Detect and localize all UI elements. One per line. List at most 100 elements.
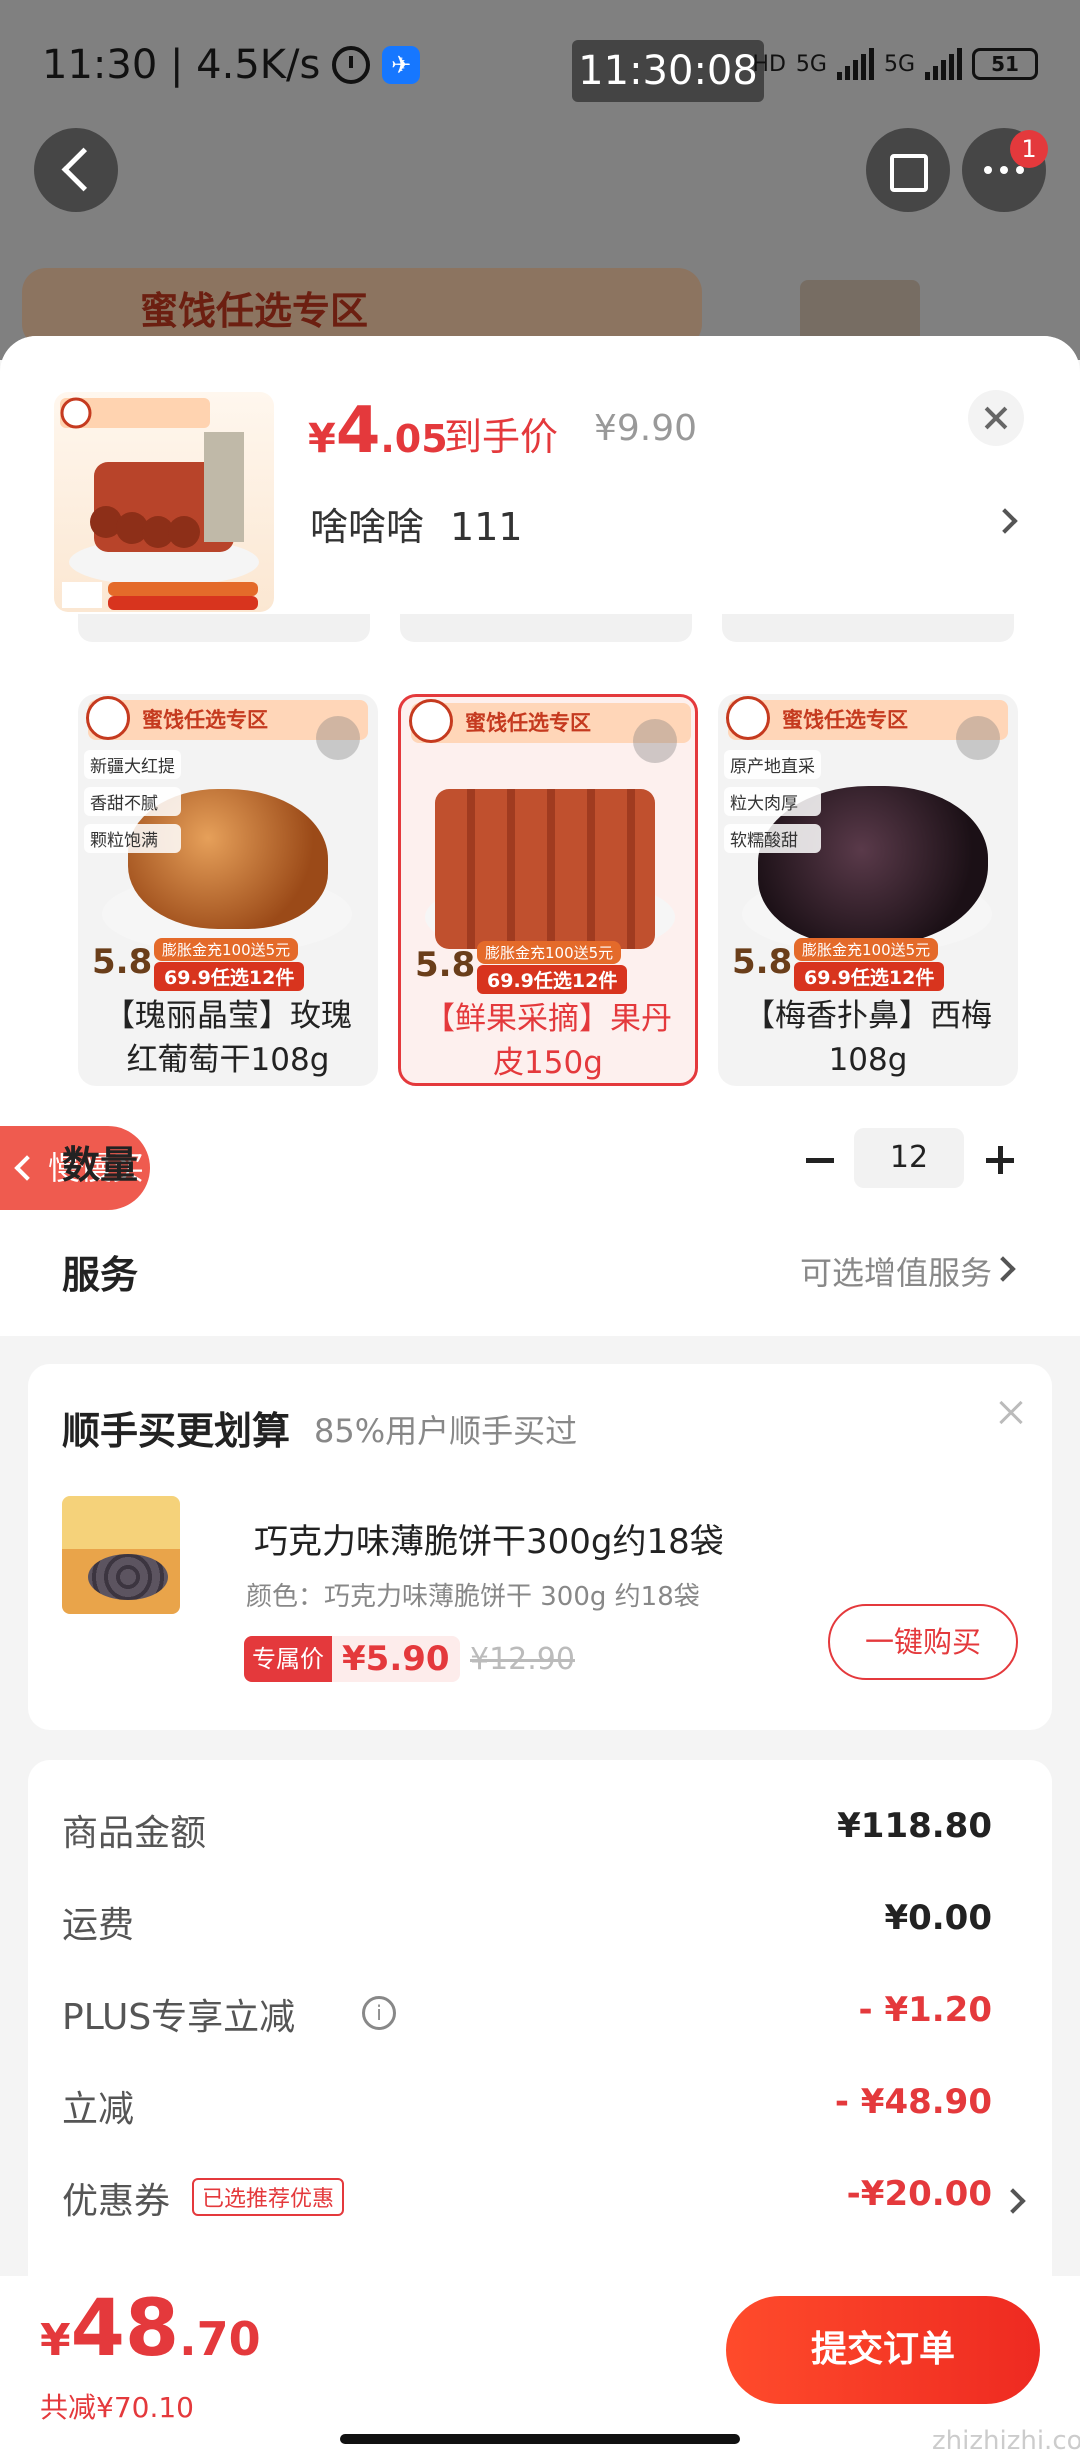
sku-tag: 软糯酸甜 bbox=[724, 824, 821, 853]
total-saved[interactable]: 共减¥70.10 bbox=[40, 2386, 194, 2426]
status-right: HD 5G 5G 51 bbox=[752, 48, 1038, 80]
addon-title: 顺手买更划算 bbox=[62, 1409, 291, 1453]
price-decimal: .05 bbox=[380, 417, 448, 461]
instant-discount-label: 立减 bbox=[62, 2089, 135, 2130]
sku-tag: 原产地直采 bbox=[724, 750, 821, 779]
promo-text: 膨胀金充100送5元 bbox=[477, 941, 622, 964]
spec-value-1: 啥啥啥 bbox=[310, 505, 425, 549]
summary-row-plus: PLUS专享立减 i - ¥1.20 bbox=[62, 1988, 1022, 2048]
brand-logo-icon bbox=[86, 696, 130, 740]
zoom-icon[interactable] bbox=[956, 716, 1000, 760]
submit-order-button[interactable]: 提交订单 bbox=[726, 2296, 1040, 2404]
back-button[interactable] bbox=[34, 128, 118, 212]
total-decimal: .70 bbox=[179, 2312, 261, 2366]
addon-card: 顺手买更划算 85%用户顺手买过 巧克力味薄脆饼干300g约18袋 颜色：巧克力… bbox=[28, 1364, 1052, 1730]
app-notification-icon: ✈ bbox=[382, 46, 421, 84]
sku-name: 【鲜果采摘】果丹皮150g bbox=[424, 1001, 672, 1081]
price-mark: 5.8 bbox=[92, 942, 153, 982]
plus-discount-label: PLUS专享立减 bbox=[62, 1997, 296, 2038]
sku-choice-haw-roll[interactable]: 蜜饯任选专区 5.8 膨胀金充100送5元 69.9任选12件 【鲜果采摘】果丹… bbox=[398, 694, 698, 1086]
addon-product-image[interactable] bbox=[62, 1496, 180, 1614]
quantity-decrease-button[interactable] bbox=[800, 1140, 840, 1180]
previous-row-remnant bbox=[78, 614, 1014, 642]
checkout-bar: ¥ 48 .70 共减¥70.10 提交订单 zhizhizhi.com bbox=[0, 2276, 1080, 2460]
sku-header: 蜜饯任选专区 bbox=[142, 708, 268, 732]
shipping-label: 运费 bbox=[62, 1905, 135, 1946]
battery-icon: 51 bbox=[972, 48, 1038, 80]
sku-image: 蜜饯任选专区 原产地直采 粒大肉厚 软糯酸甜 5.8 膨胀金充100送5元 69… bbox=[718, 694, 1018, 992]
addon-product-name[interactable]: 巧克力味薄脆饼干300g约18袋 bbox=[254, 1514, 724, 1563]
total-symbol: ¥ bbox=[40, 2315, 71, 2366]
network-label-1: 5G bbox=[795, 51, 827, 77]
sku-tag: 颗粒饱满 bbox=[84, 824, 181, 853]
quantity-input[interactable]: 12 bbox=[854, 1128, 964, 1188]
status-time-speed: 11:30 | 4.5K/s bbox=[42, 42, 321, 88]
haw-roll-photo bbox=[435, 789, 655, 949]
signal-icon-2 bbox=[925, 48, 962, 80]
close-sheet-button[interactable] bbox=[968, 390, 1024, 446]
addon-subtitle: 85%用户顺手买过 bbox=[314, 1412, 578, 1450]
price-integer: 4 bbox=[335, 394, 381, 468]
sku-name: 【瑰丽晶莹】玫瑰红葡萄干108g bbox=[104, 998, 352, 1078]
summary-row-discount: 立减 - ¥48.90 bbox=[62, 2080, 1022, 2140]
promo-text: 膨胀金充100送5元 bbox=[154, 938, 299, 961]
status-bar: 11:30 | 4.5K/s ✈ 11:30:08 HD 5G 5G 51 bbox=[0, 0, 1080, 130]
alarm-icon bbox=[332, 46, 371, 84]
message-badge: 1 bbox=[1010, 130, 1048, 168]
original-price: ¥9.90 bbox=[594, 408, 698, 449]
summary-row-shipping: 运费 ¥0.00 bbox=[62, 1896, 1022, 1956]
brand-logo-icon bbox=[726, 696, 770, 740]
coupon-badge: 已选推荐优惠 bbox=[192, 2178, 345, 2216]
product-image[interactable] bbox=[54, 392, 274, 612]
price-tag-label: 到手价 bbox=[444, 415, 559, 459]
sku-choices: 蜜饯任选专区 新疆大红提 香甜不腻 颗粒饱满 5.8 膨胀金充100送5元 69… bbox=[78, 694, 1018, 1086]
addon-price: ¥5.90 bbox=[342, 1639, 450, 1679]
sku-header: 蜜饯任选专区 bbox=[465, 711, 591, 735]
spec-value-2: 111 bbox=[450, 505, 523, 549]
addon-old-price: ¥12.90 bbox=[470, 1642, 575, 1677]
summary-row-coupon[interactable]: 优惠券 已选推荐优惠 -¥20.00 bbox=[62, 2172, 1026, 2232]
one-click-buy-button[interactable]: 一键购买 bbox=[828, 1604, 1018, 1680]
quantity-label: 数量 bbox=[62, 1143, 139, 1187]
sku-header: 蜜饯任选专区 bbox=[782, 708, 908, 732]
home-indicator[interactable] bbox=[340, 2434, 740, 2444]
share-button[interactable] bbox=[866, 128, 950, 212]
price-symbol: ¥ bbox=[308, 416, 336, 462]
coupon-chevron-icon bbox=[1000, 2188, 1026, 2214]
brand-logo-icon bbox=[409, 699, 453, 743]
info-icon[interactable]: i bbox=[362, 1996, 396, 2030]
price-mark: 5.8 bbox=[732, 942, 793, 982]
addon-price-box: 专属价 ¥5.90 bbox=[244, 1636, 460, 1682]
quantity-increase-button[interactable] bbox=[980, 1140, 1020, 1180]
instant-discount-value: - ¥48.90 bbox=[834, 2082, 992, 2122]
selected-spec[interactable]: 啥啥啥 111 bbox=[310, 496, 523, 551]
sku-choice-raisin[interactable]: 蜜饯任选专区 新疆大红提 香甜不腻 颗粒饱满 5.8 膨胀金充100送5元 69… bbox=[78, 694, 378, 1086]
hd-icon: HD bbox=[752, 51, 786, 77]
sku-choice-prune[interactable]: 蜜饯任选专区 原产地直采 粒大肉厚 软糯酸甜 5.8 膨胀金充100送5元 69… bbox=[718, 694, 1018, 1086]
sku-tag: 粒大肉厚 bbox=[724, 787, 821, 816]
total-integer: 48 bbox=[70, 2284, 180, 2374]
service-value[interactable]: 可选增值服务 bbox=[800, 1248, 992, 1294]
plus-discount-value: - ¥1.20 bbox=[858, 1990, 993, 2030]
goods-amount-label: 商品金额 bbox=[62, 1813, 207, 1854]
goods-amount-value: ¥118.80 bbox=[837, 1806, 992, 1846]
service-label: 服务 bbox=[62, 1253, 139, 1297]
network-label-2: 5G bbox=[883, 51, 915, 77]
sku-name: 【梅香扑鼻】西梅108g bbox=[744, 998, 992, 1078]
deal-text: 69.9任选12件 bbox=[477, 965, 628, 994]
status-left: 11:30 | 4.5K/s ✈ bbox=[42, 42, 421, 88]
zoom-icon[interactable] bbox=[633, 719, 677, 763]
addon-close-icon[interactable] bbox=[996, 1398, 1026, 1428]
deal-text: 69.9任选12件 bbox=[794, 962, 945, 991]
promo-text: 膨胀金充100送5元 bbox=[794, 938, 939, 961]
order-sheet: ¥ 4 .05 到手价 ¥9.90 啥啥啥 111 蜜饯任选专区 新疆大红提 香甜… bbox=[0, 336, 1080, 2460]
addon-price-label: 专属价 bbox=[244, 1636, 332, 1682]
watermark: zhizhizhi.com bbox=[932, 2426, 1080, 2456]
zoom-icon[interactable] bbox=[316, 716, 360, 760]
addon-product-spec: 颜色：巧克力味薄脆饼干 300g 约18袋 bbox=[246, 1582, 700, 1612]
final-price: ¥ 4 .05 bbox=[308, 394, 448, 468]
deal-text: 69.9任选12件 bbox=[154, 962, 305, 991]
price-mark: 5.8 bbox=[415, 945, 476, 985]
coupon-label: 优惠券 bbox=[62, 2181, 171, 2222]
more-icon bbox=[984, 166, 1024, 174]
